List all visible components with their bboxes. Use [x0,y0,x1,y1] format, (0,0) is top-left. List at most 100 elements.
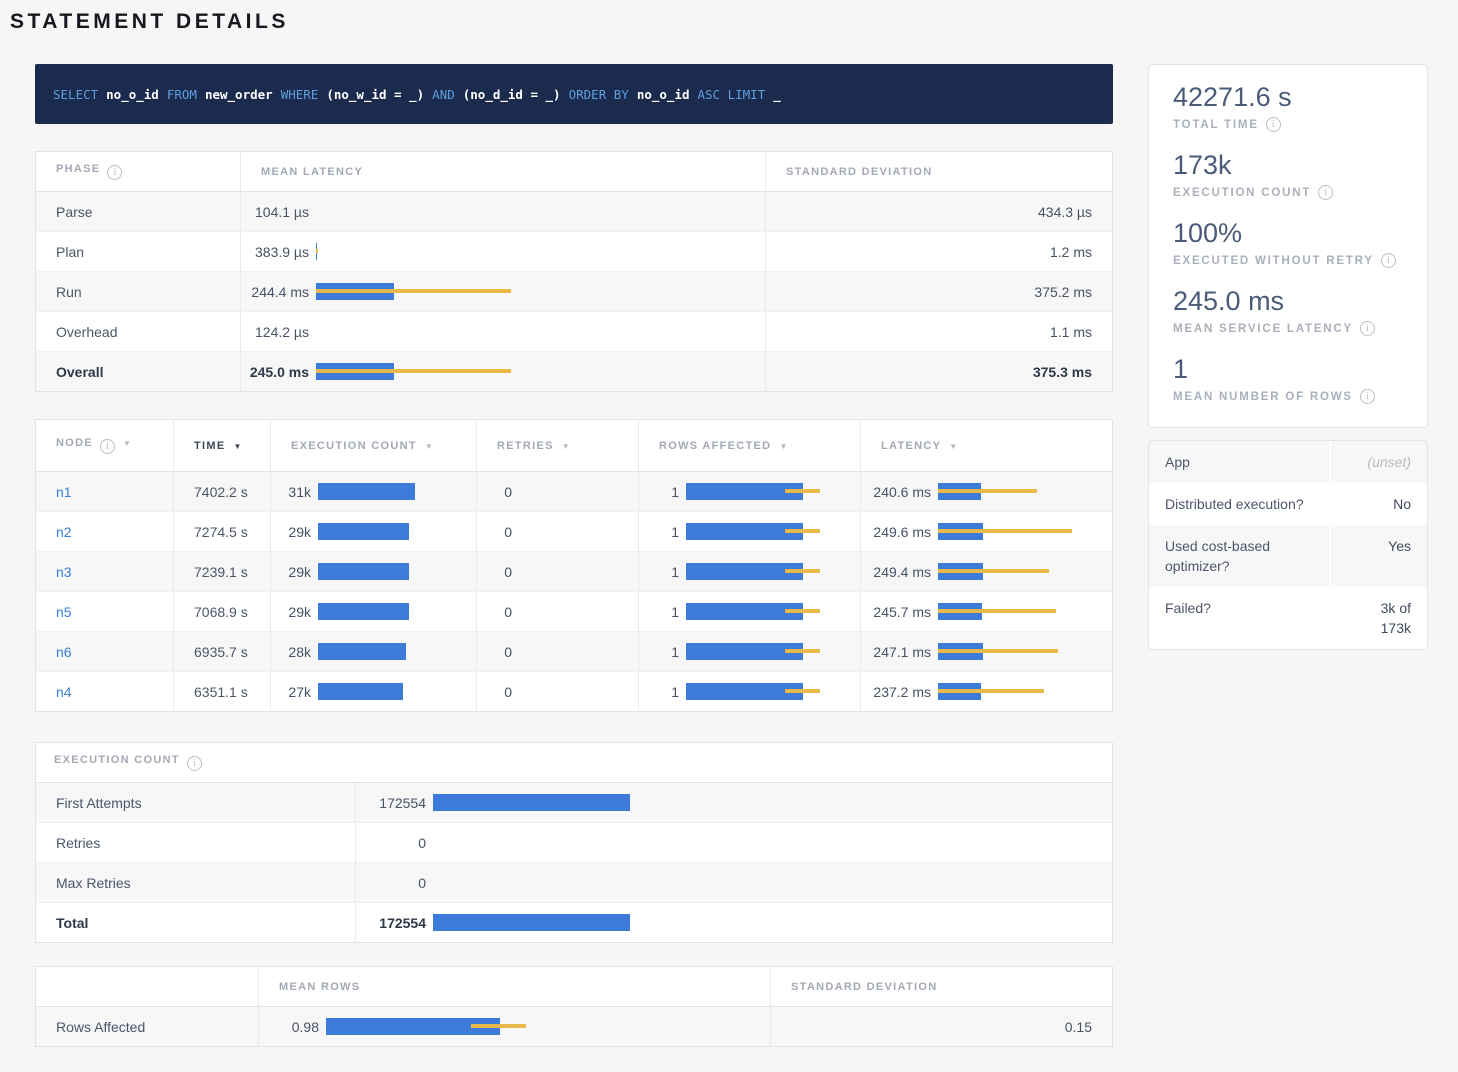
sort-desc-icon: ▼ [123,439,131,448]
mean-rows-bar [326,1018,526,1035]
info-icon[interactable]: i [100,439,115,454]
phase-header-row: PHASEi MEAN LATENCY STANDARD DEVIATION [36,152,1113,192]
execution-count-value: 31k [271,484,311,500]
info-icon[interactable]: i [1266,117,1281,132]
exec-count-bar [433,834,633,851]
table-row: n1 7402.2 s 31k 0 1 240.6 ms [36,472,1113,512]
node-stats-table: NODEi▼ TIME▼ EXECUTION COUNT▼ RETRIES▼ R… [35,419,1113,712]
sql-keyword: AND [432,87,455,102]
attribute-value: (unset) [1331,441,1427,483]
table-row: n5 7068.9 s 29k 0 1 245.7 ms [36,592,1113,632]
stat-value: 173k [1173,149,1403,182]
col-header-retries[interactable]: RETRIES▼ [477,420,639,472]
attribute-value: 3k of 173k [1331,587,1427,649]
table-row: n6 6935.7 s 28k 0 1 247.1 ms [36,632,1113,672]
stat-value: 100% [1173,217,1403,250]
stat-value: 1 [1173,353,1403,386]
execution-count-value: 29k [271,524,311,540]
retries-value: 0 [477,524,512,540]
latency-value: 245.7 ms [861,604,931,620]
retries-value: 0 [477,564,512,580]
attribute-row-distributed-execution: Distributed execution? No [1149,483,1427,525]
stat-label: MEAN NUMBER OF ROWS [1173,391,1353,403]
retries-bar [519,523,619,540]
sort-desc-icon: ▼ [233,442,241,451]
execution-count-bar [318,563,418,580]
exec-count-value: 0 [356,835,426,851]
stat-mean-service-latency: 245.0 ms MEAN SERVICE LATENCYi [1173,285,1403,336]
summary-column: 42271.6 s TOTAL TIMEi 173k EXECUTION COU… [1148,64,1428,1047]
rows-affected-value: 1 [639,484,679,500]
col-label: PHASE [56,163,100,175]
retries-bar [519,483,619,500]
latency-value: 249.4 ms [861,564,931,580]
rows-affected-table: MEAN ROWS STANDARD DEVIATION Rows Affect… [35,966,1113,1047]
table-row: Retries 0 [36,823,1113,863]
attribute-value: Yes [1331,525,1427,587]
col-label: EXECUTION COUNT [291,440,417,452]
execution-count-value: 29k [271,564,311,580]
info-icon[interactable]: i [1318,185,1333,200]
table-row: n4 6351.1 s 27k 0 1 237.2 ms [36,672,1113,712]
retries-bar [519,683,619,700]
table-row: Run 244.4 ms 375.2 ms [36,272,1113,312]
info-icon[interactable]: i [107,165,122,180]
retries-value: 0 [477,604,512,620]
col-header-time[interactable]: TIME▼ [174,420,271,472]
table-row: n3 7239.1 s 29k 0 1 249.4 ms [36,552,1113,592]
time-value: 6935.7 s [174,632,271,672]
stat-label: MEAN SERVICE LATENCY [1173,323,1353,335]
phase-latency-table: PHASEi MEAN LATENCY STANDARD DEVIATION P… [35,151,1113,392]
time-value: 7274.5 s [174,512,271,552]
statement-attributes-card: App (unset) Distributed execution? No Us… [1148,440,1428,650]
info-icon[interactable]: i [1360,389,1375,404]
latency-bar [316,283,516,300]
info-icon[interactable]: i [1381,253,1396,268]
node-link[interactable]: n3 [36,552,174,592]
col-label: STANDARD DEVIATION [791,981,937,993]
rows-affected-value: 1 [639,564,679,580]
stat-total-time: 42271.6 s TOTAL TIMEi [1173,81,1403,132]
col-header-phase: PHASE i [36,152,241,192]
col-header-execution-count[interactable]: EXECUTION COUNT▼ [271,420,477,472]
execution-count-bar [318,643,418,660]
retries-bar [519,563,619,580]
col-label: LATENCY [881,440,941,452]
latency-bar [316,203,516,220]
col-header-blank [36,967,259,1007]
rows-affected-bar [686,483,826,500]
node-link[interactable]: n5 [36,592,174,632]
table-row: Rows Affected 0.98 0.15 [36,1007,1113,1047]
std-dev-value: 1.2 ms [766,232,1113,272]
attribute-row-cost-based-optimizer: Used cost-based optimizer? Yes [1149,525,1427,587]
attribute-row-app: App (unset) [1149,441,1427,483]
stat-executed-without-retry: 100% EXECUTED WITHOUT RETRYi [1173,217,1403,268]
col-header-node[interactable]: NODEi▼ [36,420,174,472]
node-link[interactable]: n1 [36,472,174,512]
info-icon[interactable]: i [1360,321,1375,336]
sql-keyword: ORDER BY [569,87,629,102]
rows-affected-bar [686,563,826,580]
rows-affected-value: 1 [639,604,679,620]
latency-bar [316,243,516,260]
std-dev-value: 375.2 ms [766,272,1113,312]
col-label: STANDARD DEVIATION [786,166,932,178]
table-row: First Attempts 172554 [36,783,1113,823]
sort-desc-icon: ▼ [779,442,787,451]
rows-affected-value: 1 [639,684,679,700]
attribute-value: No [1331,483,1427,525]
std-dev-value: 1.1 ms [766,312,1113,352]
sql-expression: (no_d_id = _) [463,87,561,102]
info-icon[interactable]: i [187,756,202,771]
node-link[interactable]: n2 [36,512,174,552]
col-header-latency[interactable]: LATENCY▼ [861,420,1113,472]
col-header-rows-affected[interactable]: ROWS AFFECTED▼ [639,420,861,472]
execution-count-table: EXECUTION COUNTi First Attempts 172554 R… [35,742,1113,943]
node-link[interactable]: n4 [36,672,174,712]
node-link[interactable]: n6 [36,632,174,672]
stat-execution-count: 173k EXECUTION COUNTi [1173,149,1403,200]
time-value: 7402.2 s [174,472,271,512]
phase-name: Run [36,272,241,312]
table-row: Max Retries 0 [36,863,1113,903]
col-header-mean-rows: MEAN ROWS [259,967,771,1007]
